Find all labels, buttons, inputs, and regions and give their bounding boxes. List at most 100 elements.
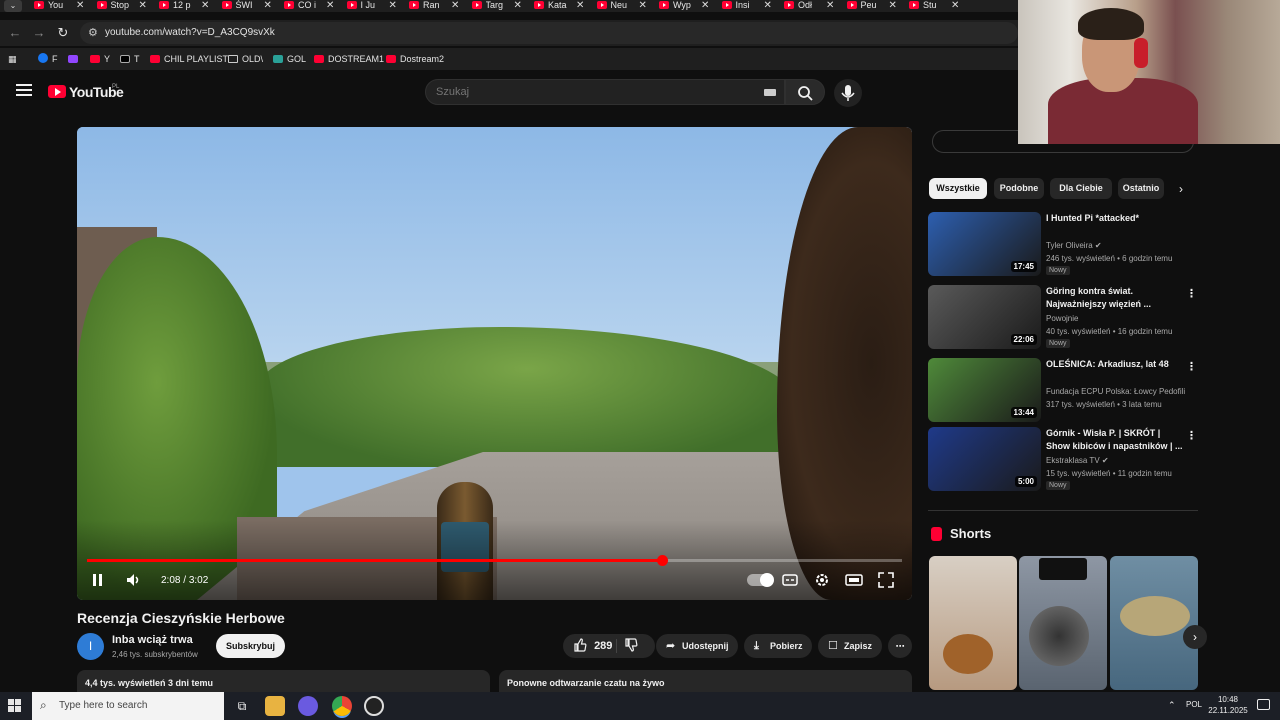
recommended-video[interactable]: 22:06 Göring kontra świat. Najważniejszy … <box>928 285 1198 349</box>
discord-icon[interactable] <box>298 696 318 716</box>
close-icon[interactable]: ✕ <box>514 0 522 11</box>
search-button[interactable] <box>785 79 825 105</box>
bookmark-old-folder[interactable]: OLD\ <box>228 53 263 65</box>
short-card[interactable] <box>1019 556 1107 690</box>
close-icon[interactable]: ✕ <box>326 0 334 11</box>
bookmark-gol[interactable]: GOL <box>273 53 306 65</box>
chip-related[interactable]: Podobne <box>994 178 1044 199</box>
settings-button[interactable] <box>811 569 833 591</box>
more-vertical-icon[interactable]: ⋮ <box>1186 360 1197 374</box>
tray-language[interactable]: POL <box>1186 700 1202 709</box>
close-icon[interactable]: ✕ <box>701 0 709 11</box>
browser-tab[interactable]: Wyp ✕ <box>653 0 715 12</box>
close-icon[interactable]: ✕ <box>951 0 959 11</box>
close-icon[interactable]: ✕ <box>264 0 272 11</box>
like-button[interactable]: 289 <box>573 634 612 658</box>
back-arrow-icon[interactable]: ← <box>6 24 24 42</box>
share-button[interactable]: ➦ Udostępnij <box>656 634 738 658</box>
browser-tab[interactable]: Insi ✕ <box>716 0 778 12</box>
bookmark-chil-playlist[interactable]: CHIL PLAYLIST <box>150 53 228 65</box>
recommended-title[interactable]: I Hunted Pi *attacked* <box>1046 212 1186 225</box>
browser-tab[interactable]: Peu ✕ <box>841 0 903 12</box>
chip-all[interactable]: Wszystkie <box>929 178 987 199</box>
twitch-bookmark[interactable] <box>68 53 82 65</box>
recommended-video[interactable]: 17:45 I Hunted Pi *attacked* Tyler Oliveir… <box>928 212 1198 276</box>
close-icon[interactable]: ✕ <box>889 0 897 11</box>
obs-icon[interactable] <box>364 696 384 716</box>
bookmark-dostream1[interactable]: DOSTREAM1 <box>314 53 384 65</box>
recommended-title[interactable]: OLEŚNICA: Arkadiusz, lat 48 <box>1046 358 1186 371</box>
forward-arrow-icon[interactable]: → <box>30 24 48 42</box>
more-vertical-icon[interactable]: ⋮ <box>1186 287 1197 301</box>
taskbar-search[interactable]: ⌕ Type here to search <box>32 692 224 720</box>
video-thumbnail[interactable]: 13:44 <box>928 358 1041 422</box>
task-view-icon[interactable]: ⧉ <box>232 696 252 716</box>
apps-grid-icon[interactable]: ▦ <box>8 53 17 65</box>
chip-recent[interactable]: Ostatnio <box>1118 178 1164 199</box>
close-icon[interactable]: ✕ <box>76 0 84 11</box>
menu-icon[interactable] <box>16 84 32 98</box>
site-info-icon[interactable]: ⚙ <box>88 26 98 39</box>
browser-tab[interactable]: I Ju ✕ <box>341 0 403 12</box>
more-actions-button[interactable]: ⋯ <box>888 634 912 658</box>
close-icon[interactable]: ✕ <box>389 0 397 11</box>
autoplay-toggle[interactable] <box>747 573 774 587</box>
channel-avatar[interactable]: I <box>77 633 104 660</box>
bookmark-f[interactable]: F <box>38 53 58 65</box>
bookmark-y[interactable]: Y <box>90 53 110 65</box>
reload-icon[interactable]: ↻ <box>54 24 72 42</box>
chevron-right-icon[interactable]: › <box>1172 180 1190 198</box>
fullscreen-button[interactable] <box>875 569 897 591</box>
browser-tab[interactable]: Kata ✕ <box>528 0 590 12</box>
short-card[interactable] <box>1110 556 1198 690</box>
chrome-icon[interactable] <box>332 696 352 716</box>
theater-mode-button[interactable] <box>843 569 865 591</box>
browser-tab[interactable]: Targ ✕ <box>466 0 528 12</box>
notification-icon[interactable] <box>1257 699 1270 710</box>
search-input[interactable] <box>436 86 736 98</box>
tray-chevron-icon[interactable]: ⌃ <box>1168 700 1176 711</box>
file-explorer-icon[interactable] <box>265 696 285 716</box>
save-button[interactable]: ☐ Zapisz <box>818 634 882 658</box>
browser-tab[interactable]: Ran ✕ <box>403 0 465 12</box>
close-icon[interactable]: ✕ <box>201 0 209 11</box>
browser-tab[interactable]: Stop ✕ <box>91 0 153 12</box>
shorts-next-button[interactable]: › <box>1183 625 1207 649</box>
tray-time[interactable]: 10:48 <box>1208 695 1248 704</box>
more-vertical-icon[interactable]: ⋮ <box>1186 429 1197 443</box>
recommended-video[interactable]: 5:00 Górnik - Wisła P. | SKRÓT | Show kib… <box>928 427 1198 491</box>
search-box[interactable] <box>425 79 785 105</box>
close-icon[interactable]: ✕ <box>451 0 459 11</box>
close-icon[interactable]: ✕ <box>576 0 584 11</box>
channel-name[interactable]: Inba wciąż trwa <box>112 634 193 646</box>
volume-button[interactable] <box>122 569 144 591</box>
video-thumbnail[interactable]: 22:06 <box>928 285 1041 349</box>
download-button[interactable]: ⤓ Pobierz <box>744 634 812 658</box>
browser-tab[interactable]: Neu ✕ <box>591 0 653 12</box>
recommended-video[interactable]: 13:44 OLEŚNICA: Arkadiusz, lat 48 Fundacja… <box>928 358 1198 422</box>
keyboard-icon[interactable] <box>764 89 776 96</box>
recommended-title[interactable]: Göring kontra świat. Najważniejszy więzi… <box>1046 285 1186 311</box>
recommended-title[interactable]: Górnik - Wisła P. | SKRÓT | Show kibiców… <box>1046 427 1186 453</box>
close-icon[interactable]: ✕ <box>139 0 147 11</box>
video-player[interactable]: 2:08 / 3:02 <box>77 127 912 600</box>
browser-tab[interactable]: You ✕ <box>28 0 90 12</box>
bookmark-dostream2[interactable]: Dostream2 <box>386 53 444 65</box>
browser-tab[interactable]: ŚWI ✕ <box>216 0 278 12</box>
chip-for-you[interactable]: Dla Ciebie <box>1050 178 1112 199</box>
subtitles-button[interactable] <box>779 569 801 591</box>
close-icon[interactable]: ✕ <box>826 0 834 11</box>
address-bar[interactable]: ⚙ youtube.com/watch?v=D_A3CQ9svXk <box>80 22 1018 44</box>
browser-tab[interactable]: Odł ✕ <box>778 0 840 12</box>
browser-tab[interactable]: Stu ✕ <box>903 0 965 12</box>
video-thumbnail[interactable]: 5:00 <box>928 427 1041 491</box>
pause-button[interactable] <box>87 569 109 591</box>
windows-start-icon[interactable] <box>8 699 22 713</box>
browser-tab[interactable]: 12 p ✕ <box>153 0 215 12</box>
progress-bar[interactable] <box>87 555 902 566</box>
browser-tab[interactable]: CO i ✕ <box>278 0 340 12</box>
tab-search-button[interactable]: ⌄ <box>4 0 22 12</box>
voice-search-button[interactable] <box>834 79 862 107</box>
progress-scrubber-handle[interactable] <box>656 555 668 566</box>
subscribe-button[interactable]: Subskrybuj <box>216 634 285 658</box>
